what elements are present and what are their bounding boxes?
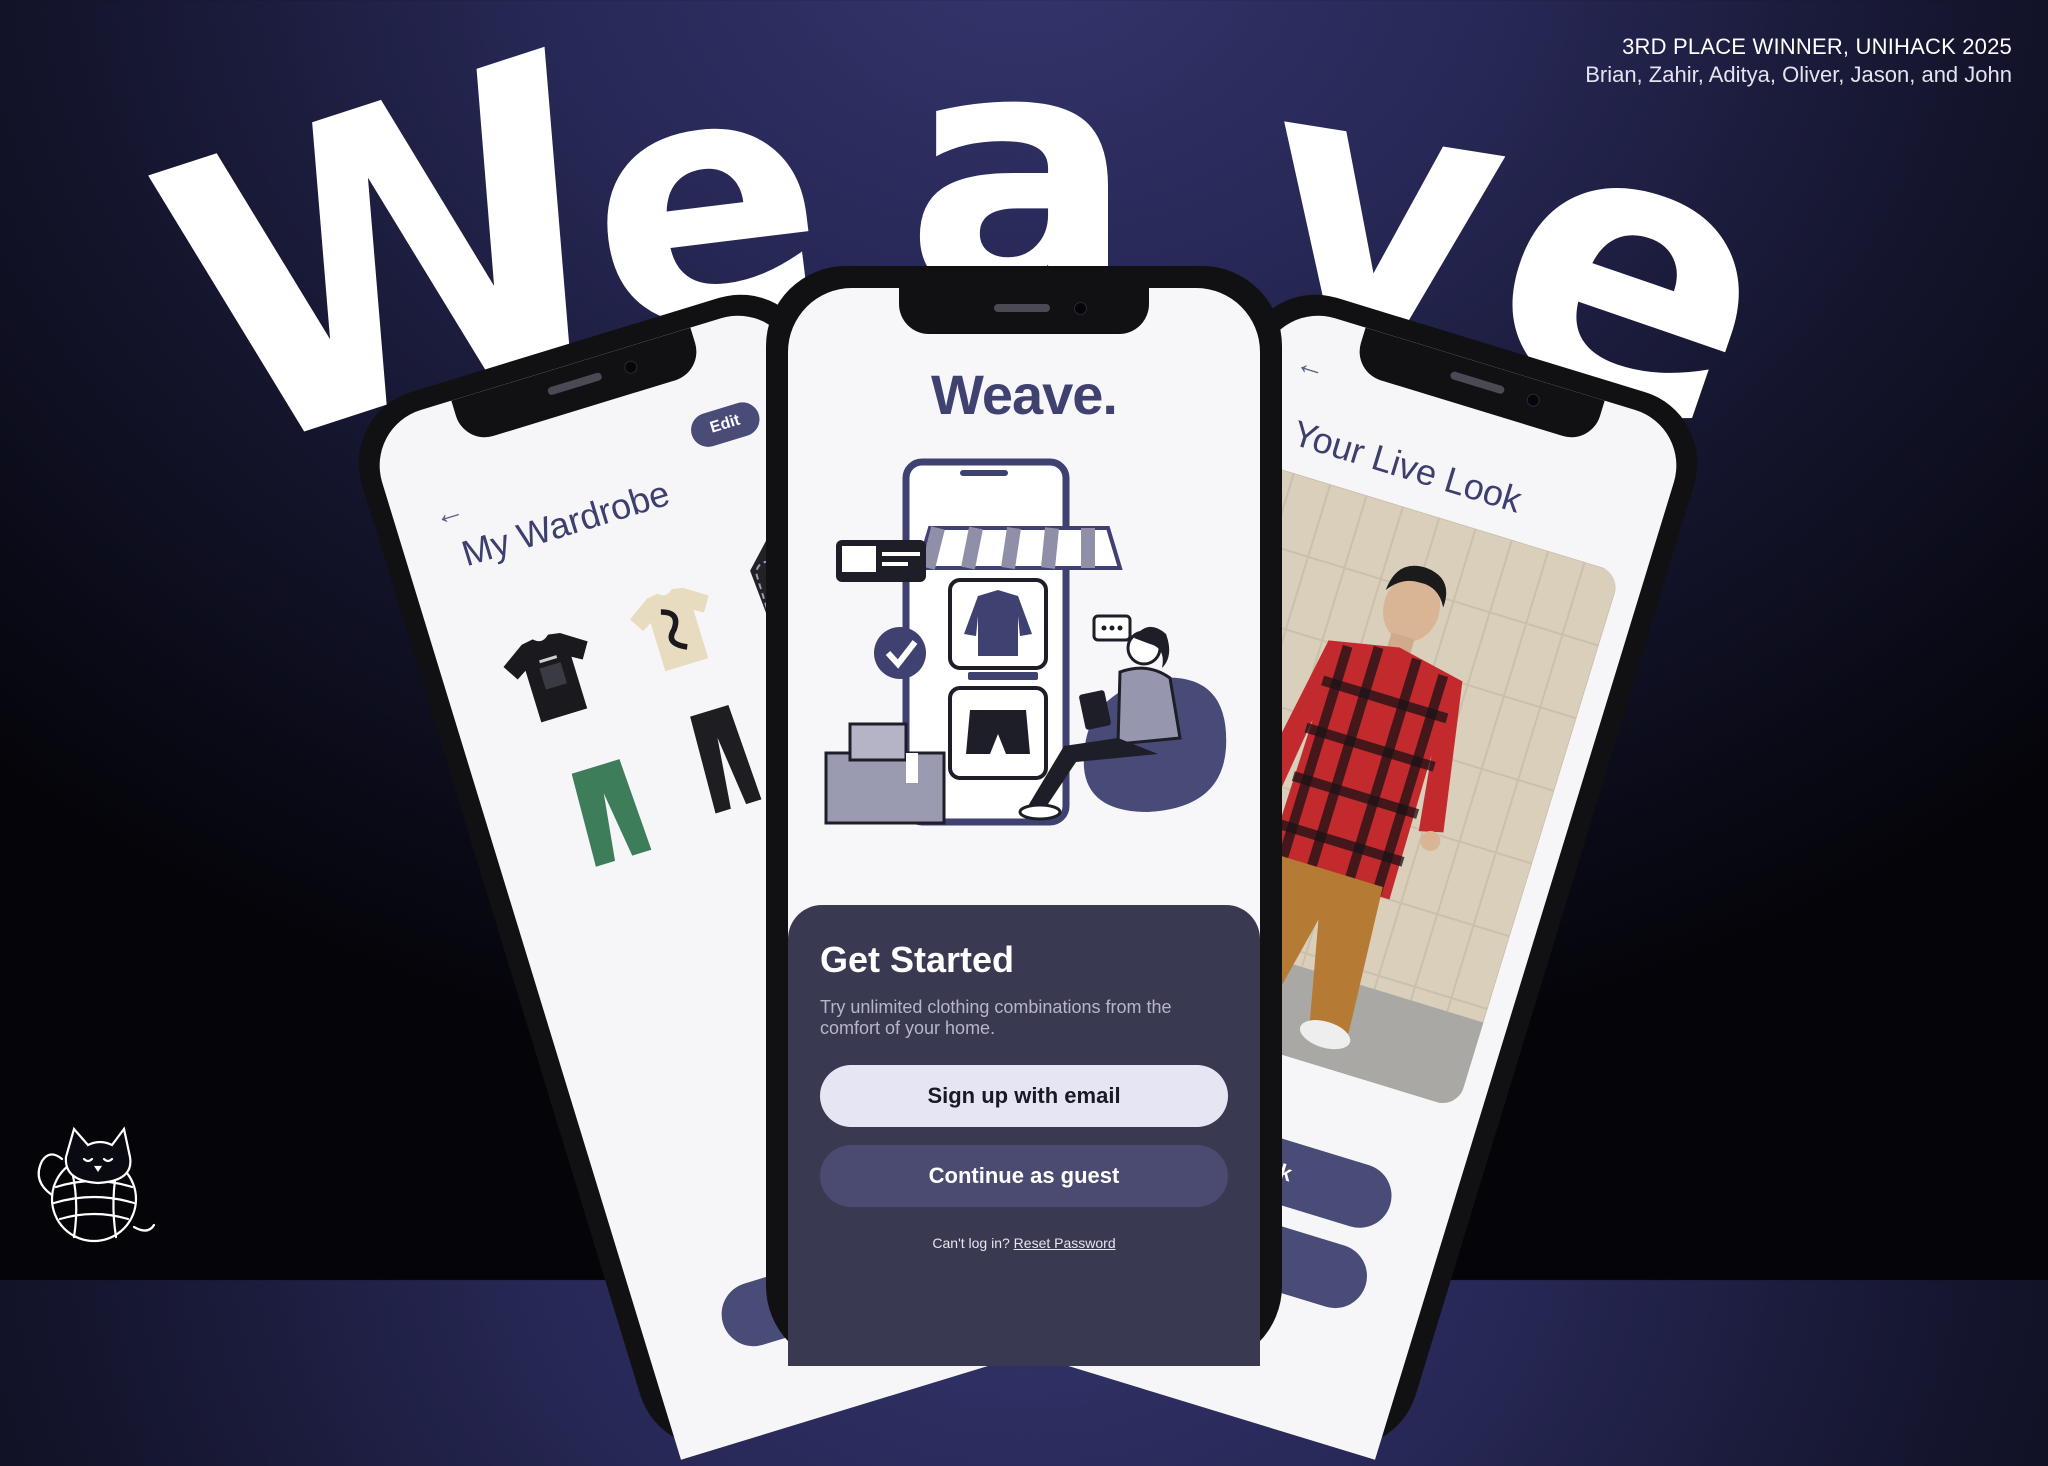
continue-guest-button[interactable]: Continue as guest [820,1145,1228,1207]
login-help: Can't log in? Reset Password [788,1235,1260,1251]
cream-graphic-tshirt-icon[interactable] [622,574,729,681]
online-shopping-illustration [824,458,1227,826]
login-help-prompt: Can't log in? [932,1235,1010,1251]
cat-yarn-logo-icon [37,1126,156,1243]
black-tshirt-icon[interactable] [496,622,609,731]
wardrobe-title: My Wardrobe [456,472,675,575]
onboarding-screen: Weave. Get Started Try unlimited clothin… [788,288,1260,1366]
back-arrow-icon[interactable]: ← [430,493,469,534]
app-logo: Weave. [931,363,1118,426]
get-started-description: Try unlimited clothing combinations from… [820,997,1172,1038]
get-started-sheet: Get Started Try unlimited clothing combi… [788,905,1260,1366]
onboarding-phone: Weave. Get Started Try unlimited clothin… [766,266,1282,1366]
back-arrow-icon[interactable]: ← [1292,346,1330,387]
phone-notch [899,288,1149,334]
reset-password-link[interactable]: Reset Password [1014,1235,1116,1251]
sign-up-email-button[interactable]: Sign up with email [820,1065,1228,1127]
black-pants-icon[interactable] [684,701,764,816]
edit-button[interactable]: Edit [686,398,764,452]
get-started-heading: Get Started [820,939,1015,980]
green-pants-icon[interactable] [565,756,654,870]
